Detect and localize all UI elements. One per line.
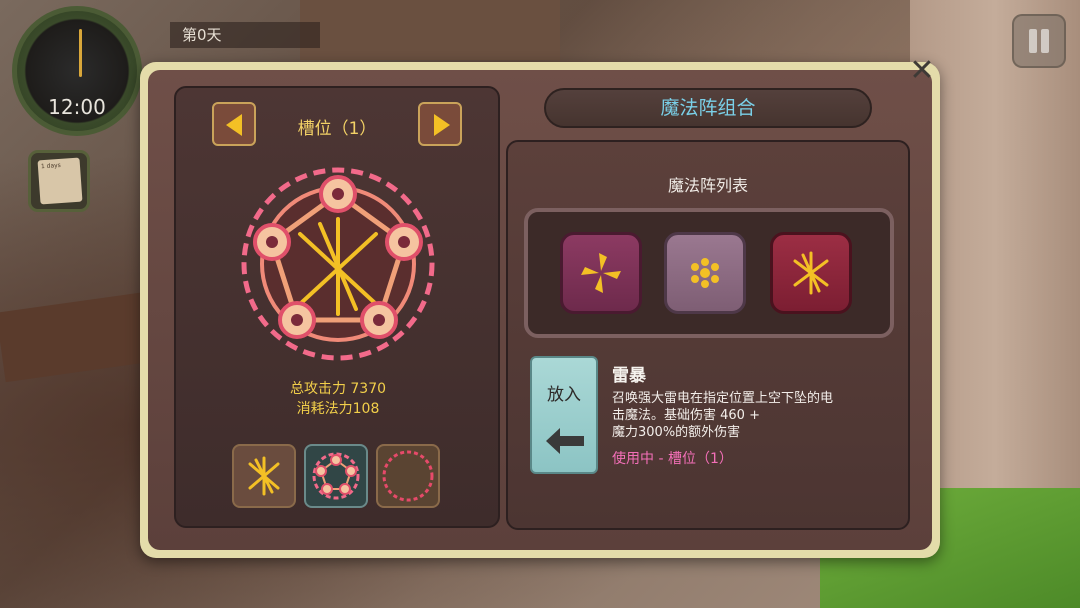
spell-description: 召唤强大雷电在指定位置上空下坠的电 击魔法。基础伤害 460 + 魔力300%的… bbox=[612, 390, 882, 441]
lightning-rune-icon bbox=[248, 456, 280, 496]
spell-desc-line: 击魔法。基础伤害 460 + bbox=[612, 408, 760, 423]
spell-desc-line: 召唤强大雷电在指定位置上空下坠的电 bbox=[612, 391, 834, 406]
flower-icon bbox=[691, 258, 719, 288]
put-in-label: 放入 bbox=[547, 385, 581, 405]
spell-name: 雷暴 bbox=[612, 366, 646, 386]
pause-button[interactable] bbox=[1012, 14, 1066, 68]
put-in-button[interactable]: 放入 bbox=[530, 356, 598, 474]
close-button[interactable]: ✕ bbox=[906, 56, 938, 88]
arrow-left-icon bbox=[226, 114, 242, 136]
slot-rune-button[interactable] bbox=[232, 444, 296, 508]
note-text: 1 days bbox=[40, 161, 62, 171]
clock-hand bbox=[79, 29, 82, 77]
dialog-title: 魔法阵组合 bbox=[544, 88, 872, 128]
spell-desc-line: 魔力300%的额外伤害 bbox=[612, 425, 741, 440]
slot-title: 槽位（1） bbox=[297, 119, 377, 139]
shuriken-icon bbox=[581, 253, 621, 293]
note-paper: 1 days bbox=[37, 157, 83, 205]
quest-note-icon[interactable]: 1 days bbox=[28, 150, 90, 212]
magic-tile-flower[interactable] bbox=[664, 232, 746, 314]
magic-circle-icon bbox=[241, 167, 435, 361]
spell-status: 使用中 - 槽位（1） bbox=[612, 451, 733, 467]
day-clock: 12:00 bbox=[12, 6, 142, 136]
magic-tile-shuriken[interactable] bbox=[560, 232, 642, 314]
total-attack: 总攻击力 7370 bbox=[289, 381, 387, 397]
lightning-rune-icon bbox=[793, 251, 829, 295]
prev-slot-button[interactable] bbox=[212, 102, 256, 146]
pentagram-circle-icon bbox=[312, 452, 360, 500]
slot-circle-button[interactable] bbox=[304, 444, 368, 508]
next-slot-button[interactable] bbox=[418, 102, 462, 146]
clock-time: 12:00 bbox=[48, 95, 106, 119]
empty-circle-icon bbox=[382, 450, 434, 502]
day-counter: 第0天 bbox=[170, 22, 320, 48]
slot-empty-button[interactable] bbox=[376, 444, 440, 508]
close-icon: ✕ bbox=[909, 53, 935, 88]
magic-tile-lightning[interactable] bbox=[770, 232, 852, 314]
arrow-right-icon bbox=[434, 114, 450, 136]
arrow-left-icon bbox=[546, 428, 584, 454]
background-roof bbox=[300, 0, 560, 60]
list-title: 魔法阵列表 bbox=[667, 176, 748, 195]
mana-cost: 消耗法力108 bbox=[296, 401, 380, 417]
